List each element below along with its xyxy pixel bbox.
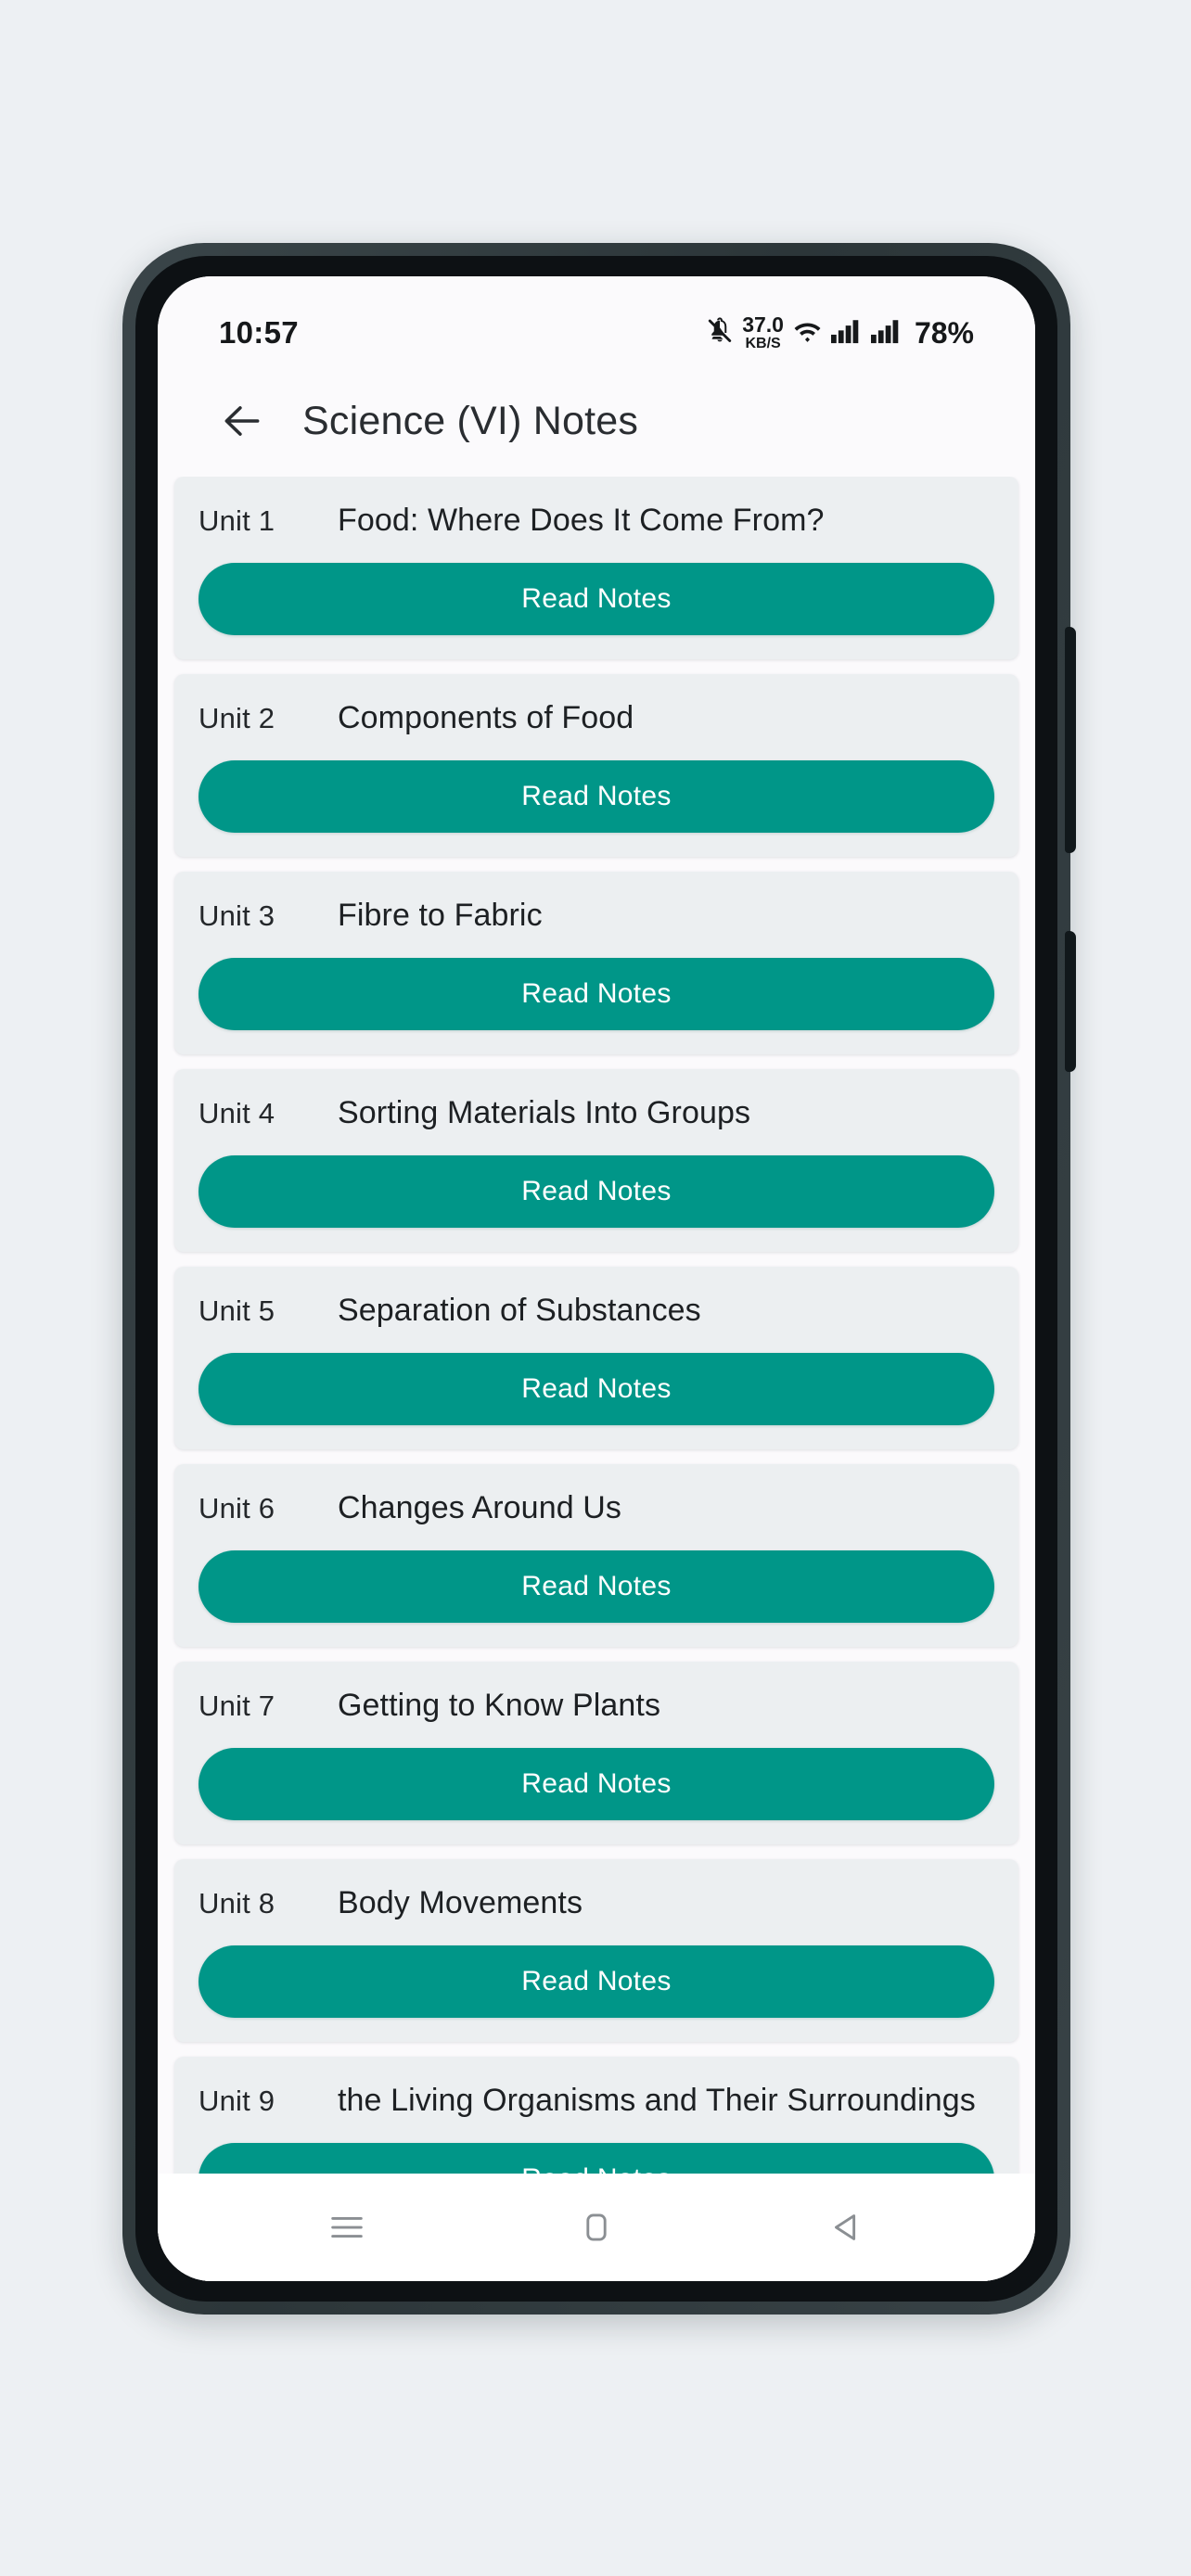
status-icons: 37.0 KB/S 78% [706, 314, 974, 351]
unit-title: Body Movements [338, 1885, 583, 1920]
unit-title: the Living Organisms and Their Surroundi… [338, 2083, 976, 2118]
home-square-icon[interactable] [552, 2190, 641, 2264]
read-notes-label: Read Notes [521, 781, 672, 811]
unit-card: Unit 8 Body Movements Read Notes [174, 1859, 1018, 2042]
phone-frame: 10:57 37.0 KB/S 78% Science (VI) Notes U… [122, 243, 1076, 2315]
unit-card: Unit 5 Separation of Substances Read Notes [174, 1267, 1018, 1449]
unit-number: Unit 3 [198, 899, 275, 932]
read-notes-label: Read Notes [521, 1966, 672, 1996]
read-notes-button[interactable]: Read Notes [198, 958, 994, 1030]
volume-button[interactable] [1065, 627, 1076, 853]
android-nav-bar [158, 2174, 1035, 2281]
unit-card: Unit 1 Food: Where Does It Come From? Read… [174, 477, 1018, 659]
unit-card: Unit 6 Changes Around Us Read Notes [174, 1464, 1018, 1647]
wifi-icon [792, 317, 823, 350]
unit-number: Unit 9 [198, 2085, 275, 2117]
unit-number: Unit 7 [198, 1690, 275, 1722]
unit-title: Separation of Substances [338, 1293, 701, 1328]
unit-header: Unit 3 Fibre to Fabric [198, 892, 994, 937]
unit-header: Unit 6 Changes Around Us [198, 1485, 994, 1530]
unit-number: Unit 8 [198, 1887, 275, 1919]
unit-number: Unit 6 [198, 1492, 275, 1524]
unit-header: Unit 9 the Living Organisms and Their Sur… [198, 2077, 994, 2123]
network-speed-indicator: 37.0 KB/S [742, 314, 784, 351]
unit-title: Changes Around Us [338, 1490, 622, 1525]
signal-bars-icon-2 [870, 318, 903, 349]
unit-header: Unit 2 Components of Food [198, 695, 994, 740]
read-notes-button[interactable]: Read Notes [198, 563, 994, 635]
unit-title: Sorting Materials Into Groups [338, 1095, 751, 1130]
read-notes-label: Read Notes [521, 1571, 672, 1601]
read-notes-button[interactable]: Read Notes [198, 1155, 994, 1228]
status-time: 10:57 [219, 315, 299, 350]
arrow-left-icon[interactable] [213, 392, 271, 450]
unit-number: Unit 4 [198, 1097, 275, 1129]
unit-number: Unit 1 [198, 504, 275, 537]
read-notes-label: Read Notes [521, 583, 672, 614]
unit-title: Food: Where Does It Come From? [338, 503, 825, 538]
unit-title: Fibre to Fabric [338, 898, 543, 933]
bell-muted-icon [706, 316, 734, 350]
unit-number: Unit 2 [198, 702, 275, 734]
screenshot-root: 10:57 37.0 KB/S 78% Science (VI) Notes U… [0, 0, 1191, 2576]
units-list[interactable]: Unit 1 Food: Where Does It Come From? Read… [158, 477, 1035, 2281]
unit-card: Unit 4 Sorting Materials Into Groups Read … [174, 1069, 1018, 1252]
power-button[interactable] [1065, 931, 1076, 1072]
phone-screen: 10:57 37.0 KB/S 78% Science (VI) Notes U… [158, 276, 1035, 2281]
battery-percent: 78% [914, 315, 974, 350]
read-notes-button[interactable]: Read Notes [198, 1550, 994, 1623]
unit-header: Unit 4 Sorting Materials Into Groups [198, 1090, 994, 1135]
read-notes-button[interactable]: Read Notes [198, 1353, 994, 1425]
read-notes-label: Read Notes [521, 978, 672, 1009]
unit-header: Unit 1 Food: Where Does It Come From? [198, 497, 994, 542]
read-notes-button[interactable]: Read Notes [198, 1748, 994, 1820]
read-notes-label: Read Notes [521, 1768, 672, 1799]
status-bar: 10:57 37.0 KB/S 78% [158, 276, 1035, 365]
unit-header: Unit 8 Body Movements [198, 1880, 994, 1925]
read-notes-label: Read Notes [521, 1373, 672, 1404]
unit-card: Unit 2 Components of Food Read Notes [174, 674, 1018, 857]
unit-title: Getting to Know Plants [338, 1688, 661, 1723]
back-triangle-icon[interactable] [801, 2190, 890, 2264]
unit-title: Components of Food [338, 700, 634, 735]
network-speed-value: 37.0 [742, 312, 784, 337]
phone-bezel: 10:57 37.0 KB/S 78% Science (VI) Notes U… [135, 256, 1057, 2302]
unit-header: Unit 5 Separation of Substances [198, 1287, 994, 1333]
network-speed-unit: KB/S [745, 336, 781, 351]
hamburger-menu-icon[interactable] [302, 2190, 391, 2264]
page-title: Science (VI) Notes [302, 398, 639, 443]
unit-header: Unit 7 Getting to Know Plants [198, 1682, 994, 1728]
read-notes-button[interactable]: Read Notes [198, 760, 994, 833]
signal-bars-icon [830, 318, 863, 349]
read-notes-button[interactable]: Read Notes [198, 1945, 994, 2018]
read-notes-label: Read Notes [521, 1176, 672, 1206]
app-bar: Science (VI) Notes [158, 365, 1035, 477]
unit-card: Unit 7 Getting to Know Plants Read Notes [174, 1662, 1018, 1844]
unit-card: Unit 3 Fibre to Fabric Read Notes [174, 872, 1018, 1054]
unit-number: Unit 5 [198, 1294, 275, 1327]
